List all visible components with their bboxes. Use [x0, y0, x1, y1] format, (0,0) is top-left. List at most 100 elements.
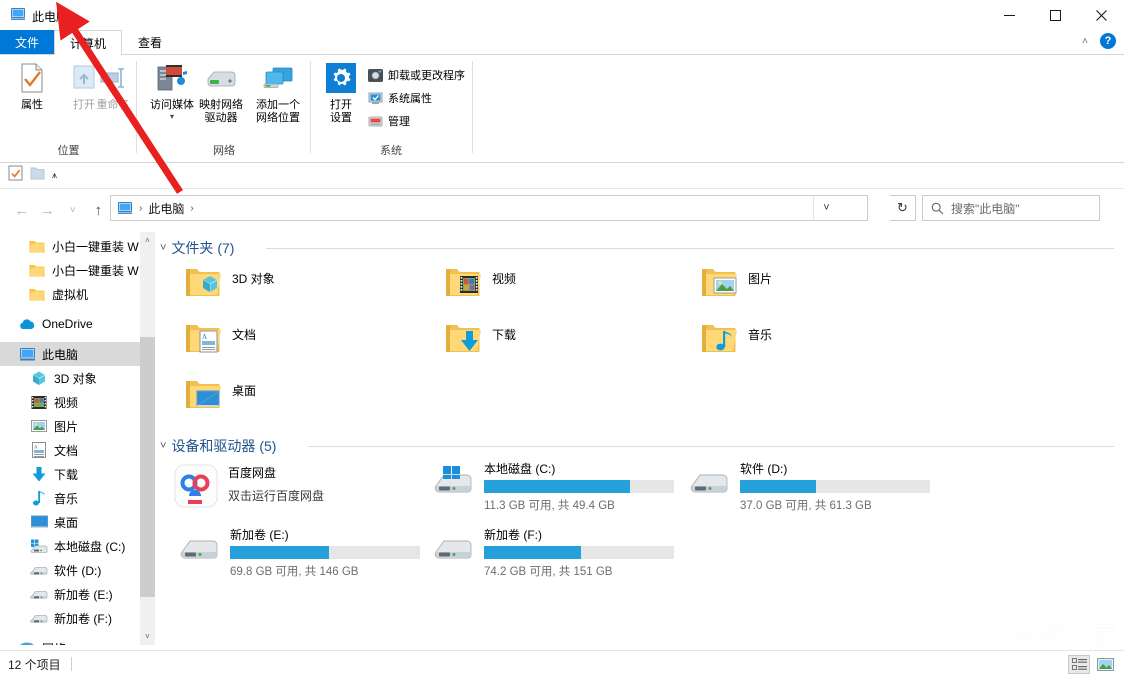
item-local-disk-c[interactable]: 本地磁盘 (C:) 11.3 GB 可用, 共 49.4 GB — [428, 460, 674, 513]
sidebar-item-videos[interactable]: 视频 — [0, 390, 140, 414]
sidebar-item-virtual-machine[interactable]: 虚拟机 — [0, 282, 140, 306]
item-downloads[interactable]: 下载 — [444, 322, 516, 361]
item-documents[interactable]: A 文档 — [184, 322, 256, 361]
ribbon-button-rename[interactable]: 重命名 — [90, 61, 136, 135]
search-input[interactable]: 搜索"此电脑" — [951, 200, 1020, 217]
item-new-volume-e-usage: 69.8 GB 可用, 共 146 GB — [230, 563, 420, 579]
scroll-up-button[interactable]: ˄ — [140, 232, 155, 249]
scrollbar-thumb[interactable] — [140, 337, 155, 597]
ribbon-help-area: ˄ ? — [1082, 33, 1116, 49]
sidebar-item-software-d[interactable]: 软件 (D:) — [0, 558, 140, 582]
new-folder-icon[interactable] — [30, 165, 45, 186]
chevron-down-icon[interactable]: ▾ — [170, 112, 174, 121]
sidebar-item-xiaobai-w-2[interactable]: 小白一键重装 W — [0, 258, 140, 282]
tab-computer[interactable]: 计算机 — [54, 30, 122, 55]
item-baidu-netdisk[interactable]: 百度网盘 双击运行百度网盘 — [174, 464, 324, 513]
svg-text:A: A — [202, 333, 207, 341]
nav-buttons: ← → ˅ ↑ — [0, 197, 110, 223]
ribbon-button-add-network-location[interactable]: 添加一个 网络位置 — [249, 61, 307, 135]
breadcrumb-this-pc[interactable]: 此电脑 — [148, 200, 184, 217]
item-music[interactable]: 音乐 — [700, 322, 772, 361]
pictures-folder — [700, 266, 738, 305]
recent-locations-button[interactable]: ˅ — [61, 197, 85, 223]
sidebar-item-xiaobai-w-1[interactable]: 小白一键重装 W — [0, 234, 140, 258]
sidebar-item-music[interactable]: 音乐 — [0, 486, 140, 510]
sidebar-item-local-disk-c[interactable]: 本地磁盘 (C:) — [0, 534, 140, 558]
ribbon-button-map-network-drive-label: 映射网络 驱动器 — [199, 99, 243, 124]
item-desktop[interactable]: 桌面 — [184, 378, 256, 417]
ribbon-button-uninstall-program[interactable]: 卸载或更改程序 — [367, 65, 465, 85]
system-properties-icon — [367, 90, 383, 106]
sidebar-item-this-pc[interactable]: 此电脑 — [0, 342, 140, 366]
group-header-folders[interactable]: ˅ 文件夹 (7) — [160, 238, 234, 258]
properties-icon[interactable] — [8, 165, 23, 186]
sidebar-item-label: 新加卷 (E:) — [54, 586, 113, 603]
item-local-disk-c-usage: 11.3 GB 可用, 共 49.4 GB — [484, 497, 674, 513]
ribbon-button-manage[interactable]: 管理 — [367, 111, 410, 131]
sidebar-item-onedrive[interactable]: OneDrive — [0, 312, 140, 336]
ribbon-group-separator — [472, 61, 473, 153]
view-mode-buttons — [1068, 655, 1116, 674]
network-drive-icon — [204, 61, 238, 95]
search-box[interactable]: 搜索"此电脑" — [922, 195, 1100, 221]
collapse-ribbon-button[interactable]: ˄ — [1082, 36, 1088, 47]
chevron-down-icon[interactable]: ˅ — [160, 440, 166, 452]
up-button[interactable]: ↑ — [87, 197, 111, 223]
folder-icon — [28, 261, 46, 279]
sidebar-item-pictures[interactable]: 图片 — [0, 414, 140, 438]
navigation-pane-scrollbar[interactable]: ˄ ˅ — [140, 232, 155, 645]
computer-icon — [18, 345, 36, 363]
ribbon-button-properties[interactable]: 属性 — [4, 61, 60, 135]
large-icons-view-button[interactable] — [1094, 655, 1116, 674]
close-button[interactable] — [1078, 0, 1124, 30]
item-count-label: 12 个项目 — [0, 656, 61, 673]
sidebar-item-desktop[interactable]: 桌面 — [0, 510, 140, 534]
group-title-devices: 设备和驱动器 (5) — [171, 436, 276, 456]
tab-file[interactable]: 文件 — [0, 30, 54, 55]
sidebar-item-3d-objects[interactable]: 3D 对象 — [0, 366, 140, 390]
sidebar-item-network[interactable]: 网络 — [0, 636, 140, 645]
item-software-d[interactable]: 软件 (D:) 37.0 GB 可用, 共 61.3 GB — [684, 460, 930, 513]
item-pictures[interactable]: 图片 — [700, 266, 772, 305]
chevron-down-icon[interactable]: ˅ — [160, 242, 166, 254]
ribbon-button-map-network-drive[interactable]: 映射网络 驱动器 — [193, 61, 249, 135]
tab-view[interactable]: 查看 — [122, 30, 178, 55]
ribbon: 属性 打开 重命名 位 — [0, 55, 1124, 163]
minimize-button[interactable] — [986, 0, 1032, 30]
breadcrumb-separator[interactable]: › — [137, 203, 144, 214]
ribbon-button-system-properties[interactable]: 系统属性 — [367, 88, 432, 108]
desktop-folder — [184, 378, 222, 417]
capacity-bar — [740, 480, 930, 493]
item-videos[interactable]: 视频 — [444, 266, 516, 305]
documents-folder: A — [184, 322, 222, 361]
item-new-volume-e[interactable]: 新加卷 (E:) 69.8 GB 可用, 共 146 GB — [174, 526, 420, 579]
item-new-volume-f[interactable]: 新加卷 (F:) 74.2 GB 可用, 共 151 GB — [428, 526, 674, 579]
ribbon-group-system-label: 系统 — [331, 142, 451, 158]
sidebar-item-documents[interactable]: A文档 — [0, 438, 140, 462]
sidebar-item-new-volume-e[interactable]: 新加卷 (E:) — [0, 582, 140, 606]
item-3d-objects[interactable]: 3D 对象 — [184, 266, 275, 305]
item-baidu-netdisk-subtitle: 双击运行百度网盘 — [228, 484, 324, 504]
refresh-button[interactable]: ↻ — [890, 195, 916, 221]
new-volume-e-info: 新加卷 (E:) 69.8 GB 可用, 共 146 GB — [230, 526, 420, 579]
maximize-button[interactable] — [1032, 0, 1078, 30]
ribbon-group-network: 访问媒体 ▾ 映射网络 驱动器 — [137, 55, 311, 162]
group-title-folders: 文件夹 (7) — [171, 238, 234, 258]
breadcrumb-separator[interactable]: › — [188, 203, 195, 214]
details-view-button[interactable] — [1068, 655, 1090, 674]
address-dropdown-button[interactable]: ˅ — [813, 196, 839, 220]
scroll-down-button[interactable]: ˅ — [140, 628, 155, 645]
chevron-down-icon[interactable]: ⩚ — [52, 170, 57, 181]
back-button[interactable]: ← — [10, 197, 34, 223]
address-bar[interactable]: › 此电脑 › ˅ — [110, 195, 868, 221]
uninstall-icon — [367, 67, 383, 83]
ribbon-button-access-media[interactable]: 访问媒体 ▾ — [145, 61, 199, 135]
videos-folder — [444, 266, 482, 305]
sidebar-item-new-volume-f[interactable]: 新加卷 (F:) — [0, 606, 140, 630]
group-header-devices[interactable]: ˅ 设备和驱动器 (5) — [160, 436, 276, 456]
forward-button[interactable]: → — [36, 197, 60, 223]
help-icon[interactable]: ? — [1100, 33, 1116, 49]
ribbon-button-open-settings[interactable]: 打开 设置 — [319, 61, 363, 135]
item-baidu-netdisk-name: 百度网盘 — [228, 464, 324, 481]
sidebar-item-downloads[interactable]: 下载 — [0, 462, 140, 486]
